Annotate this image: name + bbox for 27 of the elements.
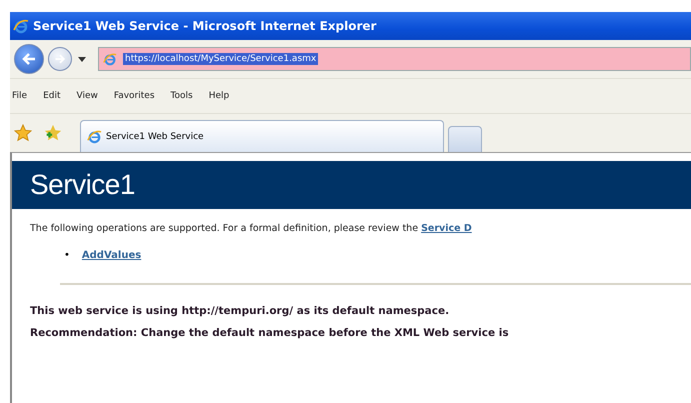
forward-button[interactable] [48,47,72,71]
bullet: • [64,250,70,261]
right-arrow-icon [54,53,66,65]
menu-item[interactable]: Tools [170,91,193,101]
browser-tab[interactable]: Service1 Web Service [80,120,444,152]
browser-logo-icon [13,18,29,34]
star-icon[interactable] [14,124,32,142]
menu-item[interactable]: Help [208,91,230,101]
new-tab-button[interactable] [448,126,482,152]
menu-item[interactable]: Favorites [114,91,155,101]
menu-item[interactable]: File [12,91,28,101]
window-title: Service1 Web Service - Microsoft Internet Explorer [33,19,376,33]
page-heading: Service1 [30,169,135,201]
namespace-note: This web service is using http://tempuri.org/ as its default namespace. [30,305,450,317]
browser-logo-icon [87,129,102,144]
menu-item[interactable]: View [76,91,98,101]
service-description-link[interactable]: Service D [421,223,472,234]
recommendation-text: Recommendation: Change the default namespace before the XML Web service is [30,327,510,339]
left-arrow-icon [21,51,37,67]
address-field[interactable]: https://localhost/MyService/Service1.asmx [98,47,691,71]
caret-icon[interactable] [78,56,86,62]
add-favorite-icon[interactable] [44,124,62,142]
menu-item[interactable]: Edit [43,91,60,101]
intro-text: The following operations are supported. For a formal definition, please review the Service D [30,223,473,234]
browser-logo-icon [103,52,117,66]
back-button[interactable] [14,44,44,74]
operation-link[interactable]: AddValues [82,250,142,261]
